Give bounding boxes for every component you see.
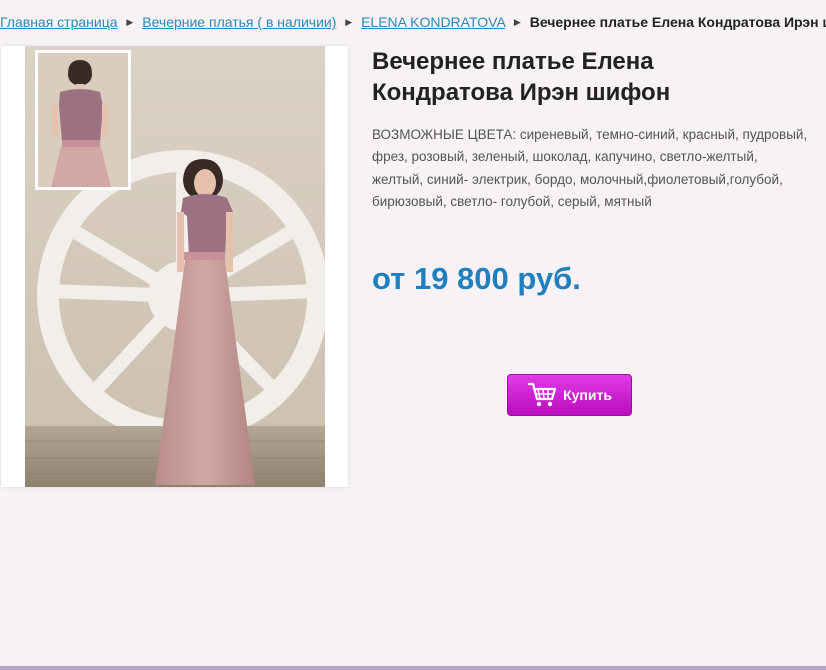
buy-button[interactable]: Купить	[507, 374, 632, 416]
breadcrumb-link-home[interactable]: Главная страница	[0, 14, 118, 30]
product-photo[interactable]	[25, 46, 325, 487]
breadcrumb-link-brand[interactable]: ELENA KONDRATOVA	[361, 14, 505, 30]
shopping-cart-icon	[528, 382, 557, 407]
buy-button-label: Купить	[563, 387, 612, 403]
triangle-right-icon: ▶	[126, 17, 134, 27]
available-colors-text: ВОЗМОЖНЫЕ ЦВЕТА: сиреневый, темно-синий,…	[372, 127, 808, 209]
breadcrumb: Главная страница ▶ Вечерние платья ( в н…	[0, 12, 826, 32]
triangle-right-icon: ▶	[345, 17, 353, 27]
product-image-card[interactable]	[1, 46, 348, 487]
footer-bar	[0, 666, 826, 670]
product-price: от 19 800 руб.	[372, 261, 581, 296]
triangle-right-icon: ▶	[513, 17, 521, 27]
product-title: Вечернее платье Елена Кондратова Ирэн ши…	[372, 48, 671, 106]
breadcrumb-link-evening-dresses[interactable]: Вечерние платья ( в наличии)	[142, 14, 336, 30]
inset-back-view-photo	[35, 50, 131, 190]
breadcrumb-current: Вечернее платье Елена Кондратова Ирэн ши…	[529, 14, 826, 30]
